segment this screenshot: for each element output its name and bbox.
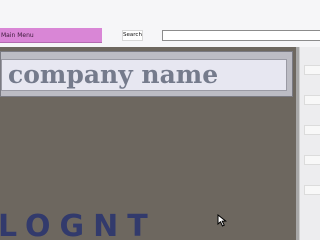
right-sidebar <box>299 47 320 240</box>
sidebar-slot <box>304 65 320 75</box>
page-content: company name LOGNT <box>0 47 320 240</box>
search-button[interactable]: Search <box>122 30 143 41</box>
main-canvas: company name LOGNT <box>0 47 296 240</box>
mouse-pointer-icon <box>217 214 227 227</box>
sidebar-slot <box>304 155 320 165</box>
top-navigation-bar: Main Menu Search <box>0 0 320 47</box>
partial-logo-text: LOGNT <box>0 212 157 240</box>
sidebar-slot <box>304 185 320 195</box>
header-banner-frame: company name <box>0 51 293 97</box>
search-input[interactable] <box>162 30 320 41</box>
sidebar-slot <box>304 125 320 135</box>
sidebar-slot <box>304 95 320 105</box>
company-name-banner: company name <box>1 59 287 91</box>
main-menu-button[interactable]: Main Menu <box>0 28 102 43</box>
